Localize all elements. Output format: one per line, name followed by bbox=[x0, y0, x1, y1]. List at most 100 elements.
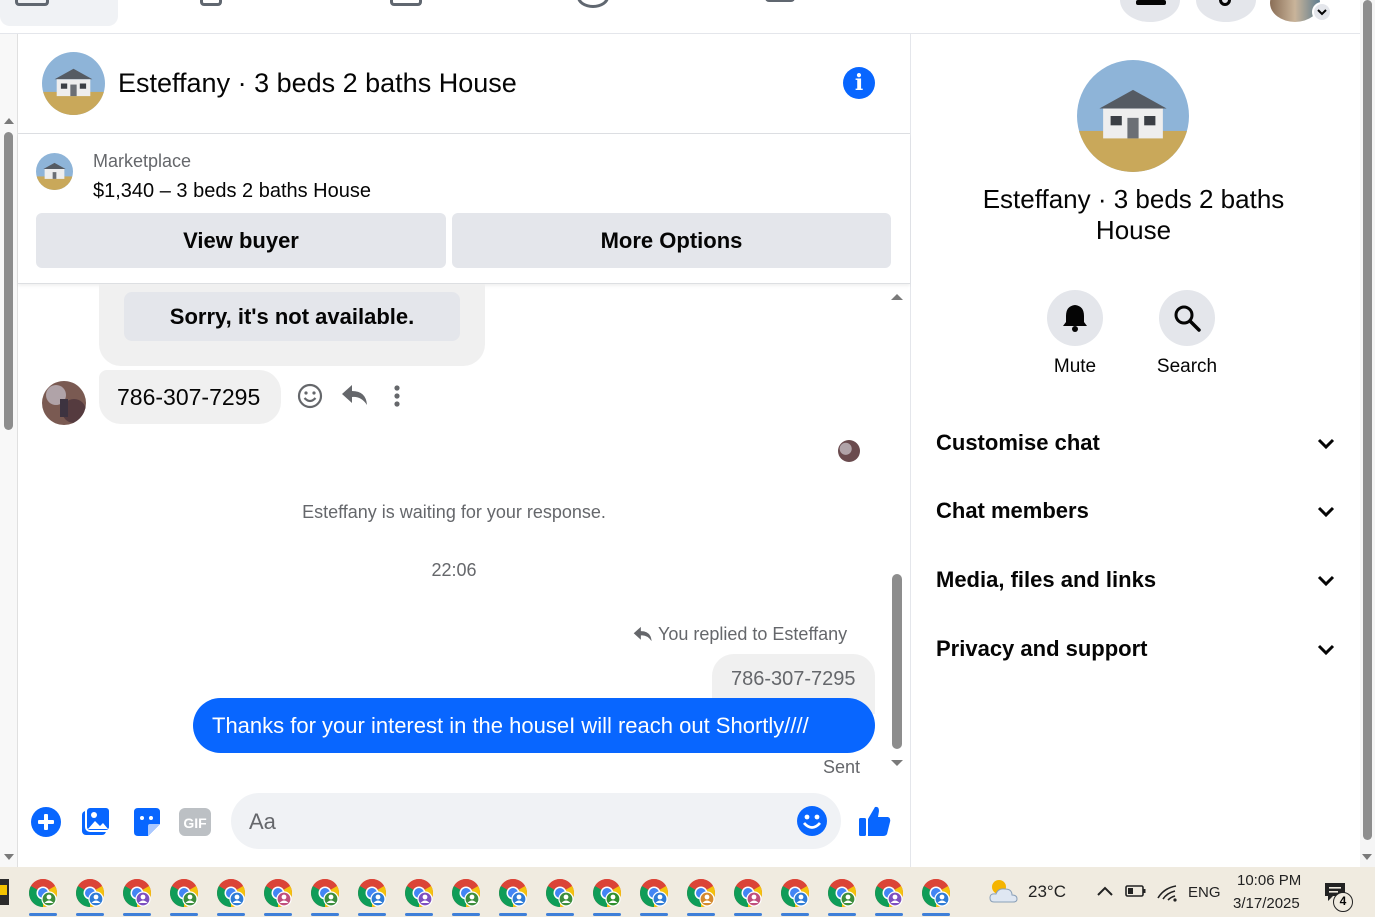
wifi-icon[interactable] bbox=[1156, 880, 1178, 902]
reply-icon bbox=[633, 626, 652, 642]
gif-icon[interactable]: GIF bbox=[179, 808, 211, 836]
taskbar-active-indicator bbox=[358, 913, 386, 916]
react-emoji-icon[interactable] bbox=[297, 383, 323, 409]
search-label: Search bbox=[1156, 356, 1218, 377]
read-receipt-avatar bbox=[838, 440, 860, 462]
clock-time[interactable]: 10:06 PM bbox=[1237, 872, 1301, 889]
view-buyer-button[interactable]: View buyer bbox=[36, 213, 446, 268]
browser-taskbar-icon[interactable] bbox=[497, 877, 529, 909]
taskbar-active-indicator bbox=[734, 913, 762, 916]
person-photo-icon bbox=[42, 381, 86, 425]
taskbar-active-indicator bbox=[29, 913, 57, 916]
emoji-icon[interactable] bbox=[796, 805, 828, 837]
browser-taskbar-icon[interactable] bbox=[403, 877, 435, 909]
info-icon[interactable]: i bbox=[843, 67, 875, 99]
listing-title[interactable]: $1,340 – 3 beds 2 baths House bbox=[93, 180, 371, 203]
section-media-files-links[interactable]: Media, files and links bbox=[936, 560, 1336, 600]
taskbar-active-indicator bbox=[452, 913, 480, 916]
scroll-down-arrow-icon[interactable] bbox=[1361, 852, 1373, 862]
browser-taskbar-icon[interactable] bbox=[74, 877, 106, 909]
nav-grid-icon[interactable] bbox=[15, 0, 49, 6]
section-chat-members[interactable]: Chat members bbox=[936, 491, 1336, 531]
listing-thumbnail[interactable] bbox=[36, 153, 73, 190]
quick-reply-chip[interactable]: Sorry, it's not available. bbox=[124, 292, 460, 341]
nav-groups-icon[interactable] bbox=[577, 0, 609, 8]
top-navigation-bar bbox=[0, 0, 1360, 34]
browser-taskbar-icon[interactable] bbox=[450, 877, 482, 909]
section-customise-chat[interactable]: Customise chat bbox=[936, 423, 1336, 463]
sticker-icon[interactable] bbox=[130, 806, 162, 838]
message-input[interactable]: Aa bbox=[231, 793, 841, 849]
marketplace-label: Marketplace bbox=[93, 151, 192, 171]
chat-title[interactable]: Esteffany · 3 beds 2 baths House bbox=[118, 68, 517, 99]
browser-taskbar-icon[interactable] bbox=[920, 877, 952, 909]
taskbar-active-indicator bbox=[546, 913, 574, 916]
page-scrollbar[interactable] bbox=[0, 34, 18, 867]
browser-taskbar-icon[interactable] bbox=[356, 877, 388, 909]
taskbar-active-indicator bbox=[781, 913, 809, 916]
chat-scrollbar[interactable] bbox=[890, 292, 904, 772]
browser-taskbar-icon[interactable] bbox=[262, 877, 294, 909]
conversation-details-panel: Esteffany · 3 beds 2 baths House Mute Se… bbox=[911, 34, 1360, 867]
browser-taskbar-icon[interactable] bbox=[168, 877, 200, 909]
section-label: Media, files and links bbox=[936, 567, 1157, 592]
more-actions-icon[interactable] bbox=[392, 384, 402, 408]
like-icon[interactable] bbox=[858, 804, 892, 838]
account-chevron-icon[interactable] bbox=[1312, 2, 1332, 22]
chat-scroll-thumb[interactable] bbox=[892, 574, 902, 749]
browser-taskbar-icon[interactable] bbox=[826, 877, 858, 909]
browser-taskbar-icon[interactable] bbox=[638, 877, 670, 909]
browser-taskbar-icon[interactable] bbox=[309, 877, 341, 909]
photo-icon[interactable] bbox=[80, 805, 112, 837]
browser-taskbar-icon[interactable] bbox=[779, 877, 811, 909]
battery-icon[interactable] bbox=[1125, 884, 1147, 898]
nav-marketplace-icon[interactable] bbox=[390, 0, 422, 6]
browser-taskbar-icon[interactable] bbox=[732, 877, 764, 909]
browser-scrollbar[interactable] bbox=[1360, 0, 1375, 867]
received-message-text: 786-307-7295 bbox=[117, 384, 261, 410]
scroll-down-arrow-icon[interactable] bbox=[890, 758, 904, 768]
mute-button[interactable] bbox=[1047, 290, 1103, 346]
section-privacy-support[interactable]: Privacy and support bbox=[936, 629, 1336, 669]
browser-taskbar-icon[interactable] bbox=[591, 877, 623, 909]
taskbar-active-indicator bbox=[123, 913, 151, 916]
message-status: Sent bbox=[823, 757, 861, 777]
browser-taskbar-icon[interactable] bbox=[685, 877, 717, 909]
scroll-down-arrow-icon[interactable] bbox=[3, 852, 15, 862]
scroll-up-arrow-icon[interactable] bbox=[3, 116, 15, 126]
browser-taskbar-icon[interactable] bbox=[121, 877, 153, 909]
reply-icon[interactable] bbox=[341, 383, 369, 407]
details-avatar[interactable] bbox=[1077, 60, 1189, 172]
sent-message[interactable]: Thanks for your interest in the houseI w… bbox=[193, 698, 875, 753]
taskbar-active-indicator bbox=[76, 913, 104, 916]
sender-avatar[interactable] bbox=[42, 381, 86, 425]
temperature-text[interactable]: 23°C bbox=[1028, 882, 1066, 902]
chevron-up-icon[interactable] bbox=[1096, 884, 1114, 898]
nav-store-icon[interactable] bbox=[200, 0, 222, 6]
house-photo-icon bbox=[1077, 60, 1189, 172]
quoted-message-text: 786-307-7295 bbox=[731, 668, 856, 690]
browser-taskbar-icon[interactable] bbox=[873, 877, 905, 909]
section-label: Privacy and support bbox=[936, 636, 1148, 661]
browser-taskbar-icon[interactable] bbox=[215, 877, 247, 909]
add-icon[interactable] bbox=[30, 806, 62, 838]
chat-avatar[interactable] bbox=[42, 52, 105, 115]
language-indicator[interactable]: ENG bbox=[1188, 884, 1221, 901]
browser-scroll-thumb[interactable] bbox=[1363, 0, 1372, 840]
message-timestamp: 22:06 bbox=[431, 560, 477, 580]
browser-taskbar-icon[interactable] bbox=[544, 877, 576, 909]
nav-gaming-icon[interactable] bbox=[765, 0, 795, 2]
windows-taskbar: 23°C ENG 10:06 PM 3/17/2025 4 bbox=[0, 867, 1375, 917]
scroll-up-arrow-icon[interactable] bbox=[890, 292, 904, 302]
house-photo-icon bbox=[36, 153, 73, 190]
taskbar-active-indicator bbox=[311, 913, 339, 916]
browser-taskbar-icon[interactable] bbox=[27, 877, 59, 909]
clock-date[interactable]: 3/17/2025 bbox=[1233, 895, 1300, 912]
search-button[interactable] bbox=[1159, 290, 1215, 346]
weather-partly-cloudy-icon[interactable] bbox=[986, 876, 1020, 906]
page-scroll-thumb[interactable] bbox=[4, 132, 13, 430]
house-photo-icon bbox=[42, 52, 105, 115]
received-message[interactable]: 786-307-7295 bbox=[99, 370, 281, 424]
more-options-button[interactable]: More Options bbox=[452, 213, 891, 268]
chat-panel: Esteffany · 3 beds 2 baths House i Marke… bbox=[18, 34, 911, 867]
